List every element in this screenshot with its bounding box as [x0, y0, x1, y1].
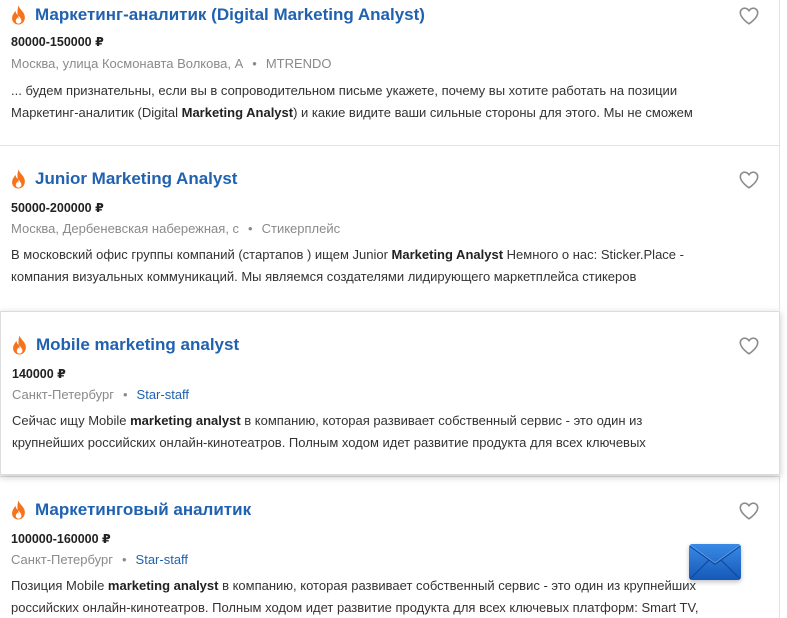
- snippet-text: в компанию, которая развивает собственны…: [240, 413, 643, 428]
- snippet-text: компания визуальных коммуникаций. Мы явл…: [11, 269, 637, 284]
- job-title-row: Маркетинговый аналитик: [11, 493, 251, 527]
- job-card[interactable]: Маркетинговый аналитик 100000-160000 ₽ С…: [0, 476, 780, 618]
- heart-outline-icon[interactable]: [739, 171, 759, 189]
- snippet-line: российских онлайн-кинотеатров. Полным хо…: [11, 597, 751, 618]
- location: Санкт-Петербург: [11, 552, 113, 567]
- salary: 50000-200000 ₽: [11, 201, 104, 215]
- snippet-line: Позиция Mobile marketing analyst в компа…: [11, 575, 751, 597]
- job-title-link[interactable]: Маркетинговый аналитик: [35, 500, 251, 520]
- fire-icon: [13, 335, 26, 355]
- location: Москва, Дербеневская набережная, с: [11, 221, 240, 236]
- snippet-text: Немного о нас: Sticker.Place -: [503, 247, 684, 262]
- snippet-highlight: marketing analyst: [107, 578, 219, 593]
- job-title-link[interactable]: Маркетинг-аналитик (Digital Marketing An…: [35, 5, 425, 25]
- company-name: Стикерплейс: [261, 221, 341, 236]
- snippet-text: ... будем признательны, если вы в сопров…: [11, 83, 678, 98]
- job-snippet: В московский офис группы компаний (старт…: [11, 244, 751, 288]
- snippet-line: крупнейших российских онлайн-кинотеатров…: [12, 432, 752, 454]
- separator-dot: •: [121, 552, 127, 567]
- snippet-text: крупнейших российских онлайн-кинотеатров…: [12, 435, 646, 450]
- job-card[interactable]: Маркетинг-аналитик (Digital Marketing An…: [0, 0, 780, 146]
- snippet-text: Маркетинг-аналитик (Digital: [11, 105, 182, 120]
- job-card[interactable]: Mobile marketing analyst 140000 ₽ Санкт-…: [0, 311, 780, 475]
- snippet-line: В московский офис группы компаний (старт…: [11, 244, 751, 266]
- job-list: Маркетинг-аналитик (Digital Marketing An…: [0, 0, 787, 618]
- location: Москва, улица Космонавта Волкова, А: [11, 56, 244, 71]
- snippet-text: Позиция Mobile: [11, 578, 108, 593]
- job-title-row: Mobile marketing analyst: [12, 328, 239, 362]
- snippet-text: российских онлайн-кинотеатров. Полным хо…: [11, 600, 699, 615]
- snippet-line: Маркетинг-аналитик (Digital Marketing An…: [11, 102, 751, 124]
- fire-icon: [12, 500, 25, 520]
- job-title-link[interactable]: Mobile marketing analyst: [36, 335, 239, 355]
- salary: 140000 ₽: [12, 367, 66, 381]
- snippet-line: Сейчас ищу Mobile marketing analyst в ко…: [12, 410, 752, 432]
- company-link[interactable]: Star-staff: [136, 552, 189, 567]
- heart-outline-icon[interactable]: [739, 337, 759, 355]
- job-title-row: Маркетинг-аналитик (Digital Marketing An…: [11, 0, 425, 32]
- job-snippet: Сейчас ищу Mobile marketing analyst в ко…: [12, 410, 752, 454]
- company-name: MTRENDO: [265, 56, 332, 71]
- separator-dot: •: [252, 56, 257, 71]
- fire-icon: [12, 169, 25, 189]
- snippet-highlight: Marketing Analyst: [181, 105, 294, 120]
- job-snippet: ... будем признательны, если вы в сопров…: [11, 80, 751, 124]
- job-title-row: Junior Marketing Analyst: [11, 162, 237, 196]
- snippet-highlight: Marketing Analyst: [391, 247, 504, 262]
- snippet-text: В московский офис группы компаний (старт…: [11, 247, 392, 262]
- job-title-link[interactable]: Junior Marketing Analyst: [35, 169, 237, 189]
- envelope-icon[interactable]: [689, 544, 741, 580]
- snippet-text: в компанию, которая развивает собственны…: [218, 578, 696, 593]
- snippet-text: ) и какие видите ваши сильные стороны дл…: [293, 105, 693, 120]
- company-link[interactable]: Star-staff: [137, 387, 190, 402]
- snippet-line: компания визуальных коммуникаций. Мы явл…: [11, 266, 751, 288]
- snippet-line: ... будем признательны, если вы в сопров…: [11, 80, 751, 102]
- salary: 80000-150000 ₽: [11, 35, 104, 49]
- job-meta: Санкт-Петербург • Star-staff: [12, 387, 189, 402]
- heart-outline-icon[interactable]: [739, 7, 759, 25]
- job-card[interactable]: Junior Marketing Analyst 50000-200000 ₽ …: [0, 146, 780, 310]
- fire-icon: [12, 5, 25, 25]
- separator-dot: •: [122, 387, 128, 402]
- job-snippet: Позиция Mobile marketing analyst в компа…: [11, 575, 751, 618]
- snippet-highlight: marketing analyst: [130, 413, 241, 428]
- job-meta: Санкт-Петербург • Star-staff: [11, 552, 188, 567]
- separator-dot: •: [248, 221, 253, 236]
- location: Санкт-Петербург: [12, 387, 114, 402]
- heart-outline-icon[interactable]: [739, 502, 759, 520]
- job-meta: Москва, Дербеневская набережная, с • Сти…: [11, 221, 340, 236]
- salary: 100000-160000 ₽: [11, 532, 111, 546]
- job-meta: Москва, улица Космонавта Волкова, А • MT…: [11, 56, 332, 71]
- snippet-text: Сейчас ищу Mobile: [12, 413, 131, 428]
